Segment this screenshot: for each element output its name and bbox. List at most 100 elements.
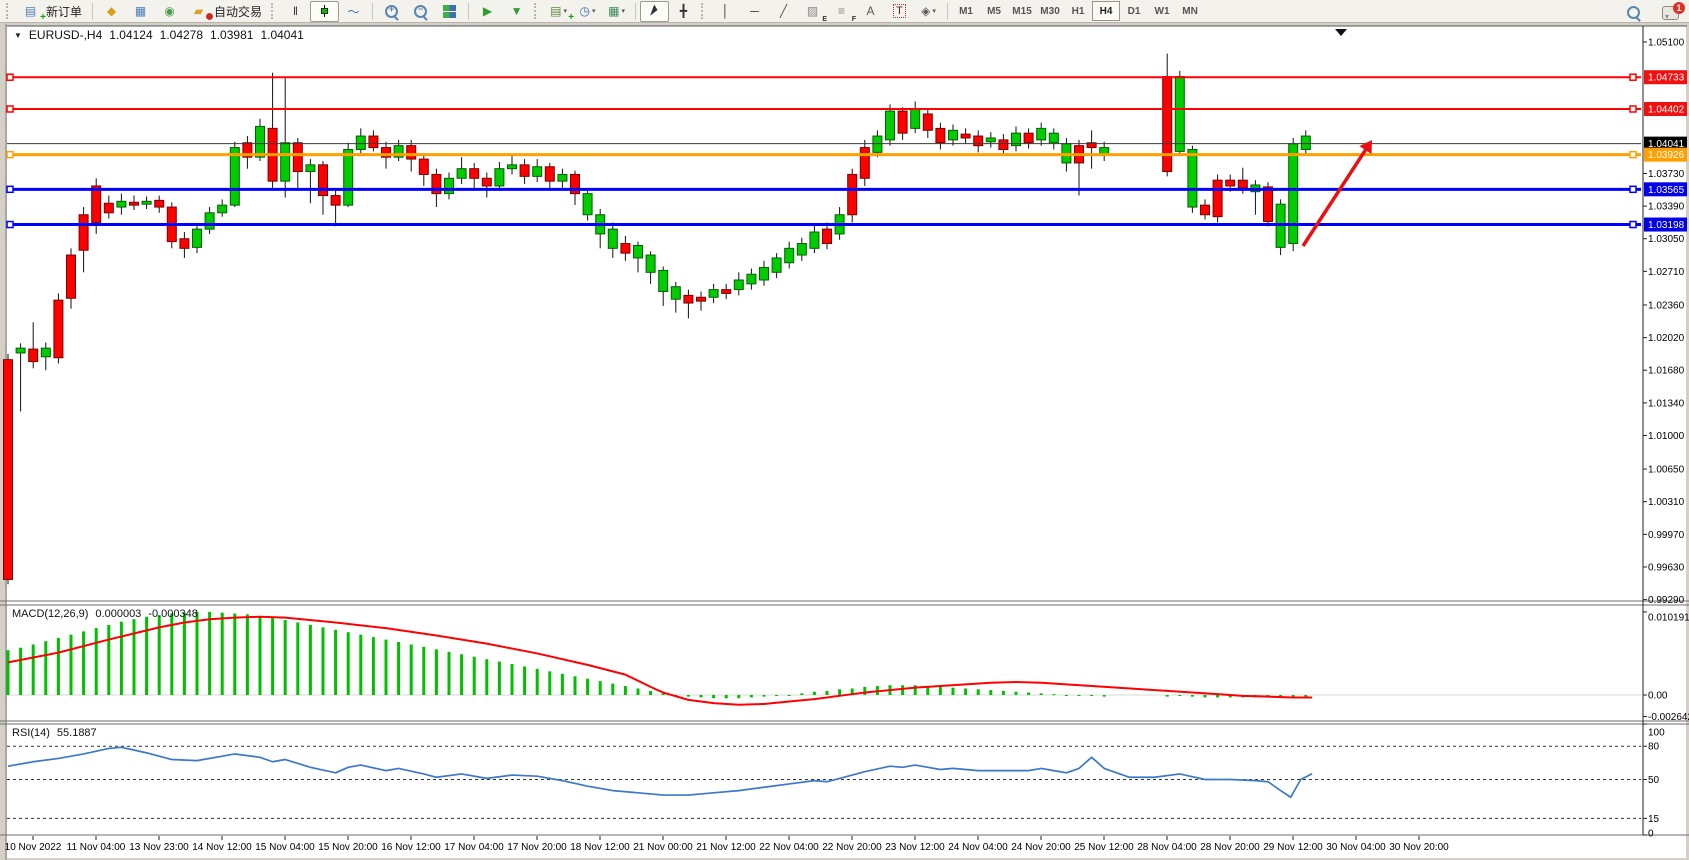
time-axis-label: 21 Nov 12:00 (696, 842, 756, 853)
chart-dropdown-icon[interactable]: ▼ (14, 31, 22, 40)
line-endpoint-marker[interactable] (1630, 222, 1636, 228)
candle (558, 174, 567, 181)
line-endpoint-marker[interactable] (1630, 106, 1636, 112)
macd-histogram-bar (775, 695, 778, 696)
candle (482, 178, 491, 186)
line-endpoint-marker[interactable] (7, 222, 13, 228)
time-axis-label: 30 Nov 20:00 (1389, 842, 1449, 853)
macd-histogram-bar (536, 669, 539, 695)
price-axis-label: 1.00650 (1648, 465, 1685, 476)
rsi-name: RSI(14) (12, 727, 50, 739)
price-axis-label: 1.00310 (1648, 497, 1685, 508)
rsi-axis-label: 15 (1648, 814, 1660, 825)
macd-histogram-bar (712, 695, 715, 698)
macd-histogram-bar (1191, 695, 1194, 697)
candle (974, 136, 983, 146)
candle (142, 201, 151, 204)
candle (407, 146, 416, 159)
line-endpoint-marker[interactable] (7, 106, 13, 112)
macd-histogram-bar (1002, 691, 1005, 695)
macd-histogram-bar (511, 664, 514, 695)
candle (155, 200, 164, 207)
candle (583, 194, 592, 215)
candle (949, 130, 958, 140)
candle (1175, 77, 1184, 152)
macd-histogram-bar (1178, 695, 1181, 696)
candle (898, 111, 907, 133)
macd-histogram-bar (574, 676, 577, 695)
line-endpoint-marker[interactable] (7, 152, 13, 158)
candle (608, 229, 617, 248)
candle (79, 215, 88, 251)
candle (1037, 128, 1046, 140)
rsi-label: RSI(14) 55.1887 (12, 727, 97, 739)
macd-histogram-bar (939, 687, 942, 695)
rsi-value: 55.1887 (57, 727, 97, 739)
macd-histogram-bar (120, 622, 123, 695)
macd-histogram-bar (309, 625, 312, 695)
chart-open-value: 1.04124 (109, 28, 152, 42)
chart-plot[interactable]: 1.047331.044021.040411.039261.035651.031… (0, 0, 1689, 860)
macd-histogram-bar (725, 695, 728, 698)
macd-histogram-bar (548, 671, 551, 695)
macd-histogram-bar (838, 689, 841, 695)
macd-histogram-bar (82, 631, 85, 695)
macd-histogram-bar (359, 635, 362, 695)
price-axis-label: 1.02710 (1648, 267, 1685, 278)
line-endpoint-marker[interactable] (7, 186, 13, 192)
rsi-axis-label: 80 (1648, 742, 1660, 753)
candle (860, 148, 869, 179)
line-endpoint-marker[interactable] (1630, 152, 1636, 158)
candle (1163, 77, 1172, 172)
macd-histogram-bar (737, 695, 740, 698)
candle (659, 270, 668, 291)
macd-histogram-bar (1103, 695, 1106, 697)
time-axis-label: 24 Nov 20:00 (1011, 842, 1071, 853)
macd-histogram-bar (763, 695, 766, 697)
macd-histogram-bar (952, 688, 955, 695)
candle (747, 274, 756, 284)
line-endpoint-marker[interactable] (1630, 74, 1636, 80)
line-endpoint-marker[interactable] (1630, 186, 1636, 192)
macd-histogram-bar (19, 648, 22, 695)
macd-histogram-bar (498, 662, 501, 695)
candle (369, 136, 378, 148)
candle (634, 245, 643, 257)
candle (722, 290, 731, 294)
macd-histogram-bar (296, 622, 299, 695)
macd-histogram-bar (410, 644, 413, 695)
candle (4, 360, 13, 580)
candle (419, 159, 428, 174)
candle (1238, 180, 1247, 188)
time-axis-label: 22 Nov 20:00 (822, 842, 882, 853)
macd-histogram-bar (964, 688, 967, 695)
macd-histogram-bar (901, 685, 904, 695)
line-endpoint-marker[interactable] (7, 74, 13, 80)
macd-histogram-bar (523, 666, 526, 695)
candle (1201, 205, 1210, 215)
macd-histogram-bar (334, 630, 337, 695)
candle (671, 287, 680, 299)
candle (180, 239, 189, 249)
macd-histogram-bar (687, 695, 690, 697)
time-axis-label: 15 Nov 20:00 (318, 842, 378, 853)
macd-histogram-bar (221, 613, 224, 695)
price-axis-label: 0.99290 (1648, 595, 1685, 606)
candle (445, 178, 454, 193)
candle (797, 244, 806, 256)
price-badge-label: 1.03198 (1648, 220, 1685, 231)
candle (810, 232, 819, 248)
macd-histogram-bar (788, 695, 791, 696)
candle (911, 109, 920, 128)
macd-histogram-bar (448, 652, 451, 695)
price-badge-label: 1.04733 (1648, 73, 1685, 84)
macd-histogram-bar (624, 686, 627, 695)
candle (1188, 149, 1197, 207)
chart-high-value: 1.04278 (160, 28, 203, 42)
price-axis-label: 1.03050 (1648, 234, 1685, 245)
candle (709, 290, 718, 298)
candle (130, 202, 139, 205)
trading-terminal-window: ▤+新订单◆▦◉▰自动交易‖～+−▶▼▤+▾◷▾▦▾╋│─╱▨E≡FAT◈▾M1… (0, 0, 1689, 860)
price-axis-label: 0.99970 (1648, 530, 1685, 541)
macd-histogram-bar (977, 689, 980, 695)
